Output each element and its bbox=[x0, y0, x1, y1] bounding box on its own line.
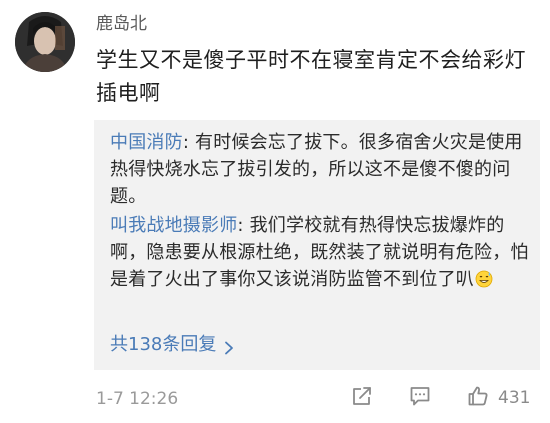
more-replies-label[interactable]: 共138条回复 bbox=[110, 333, 216, 357]
share-icon bbox=[350, 384, 374, 412]
comment-button[interactable] bbox=[408, 384, 434, 412]
reply-separator: : bbox=[182, 132, 195, 153]
like-button[interactable]: 431 bbox=[466, 384, 530, 412]
comment-icon bbox=[408, 384, 432, 412]
comment-timestamp: 1-7 12:26 bbox=[96, 389, 179, 409]
share-button[interactable] bbox=[350, 384, 376, 412]
like-icon bbox=[466, 384, 490, 412]
comment-username[interactable]: 鹿岛北 bbox=[96, 13, 147, 35]
chevron-right-icon bbox=[224, 338, 234, 355]
grinning-sweat-emoji-icon bbox=[475, 269, 493, 288]
reply-separator: : bbox=[237, 215, 250, 236]
comment-text: 学生又不是傻子平时不在寝室肯定不会给彩灯插电啊 bbox=[96, 48, 526, 105]
reply-author-link[interactable]: 叫我战地摄影师 bbox=[110, 215, 237, 236]
reply-item[interactable]: 中国消防: 有时候会忘了拔下。很多宿舍火灾是使用热得快烧水忘了拔引发的，所以这不… bbox=[110, 129, 525, 210]
more-replies-link[interactable]: 共138条回复 bbox=[110, 333, 234, 357]
replies-panel[interactable]: 中国消防: 有时候会忘了拔下。很多宿舍火灾是使用热得快烧水忘了拔引发的，所以这不… bbox=[94, 120, 540, 370]
reply-author-link[interactable]: 中国消防 bbox=[110, 132, 183, 153]
avatar[interactable] bbox=[15, 12, 75, 72]
like-count: 431 bbox=[498, 388, 531, 408]
reply-item[interactable]: 叫我战地摄影师: 我们学校就有热得快忘拔爆炸的啊，隐患要从根源杜绝，既然装了就说… bbox=[110, 212, 530, 293]
